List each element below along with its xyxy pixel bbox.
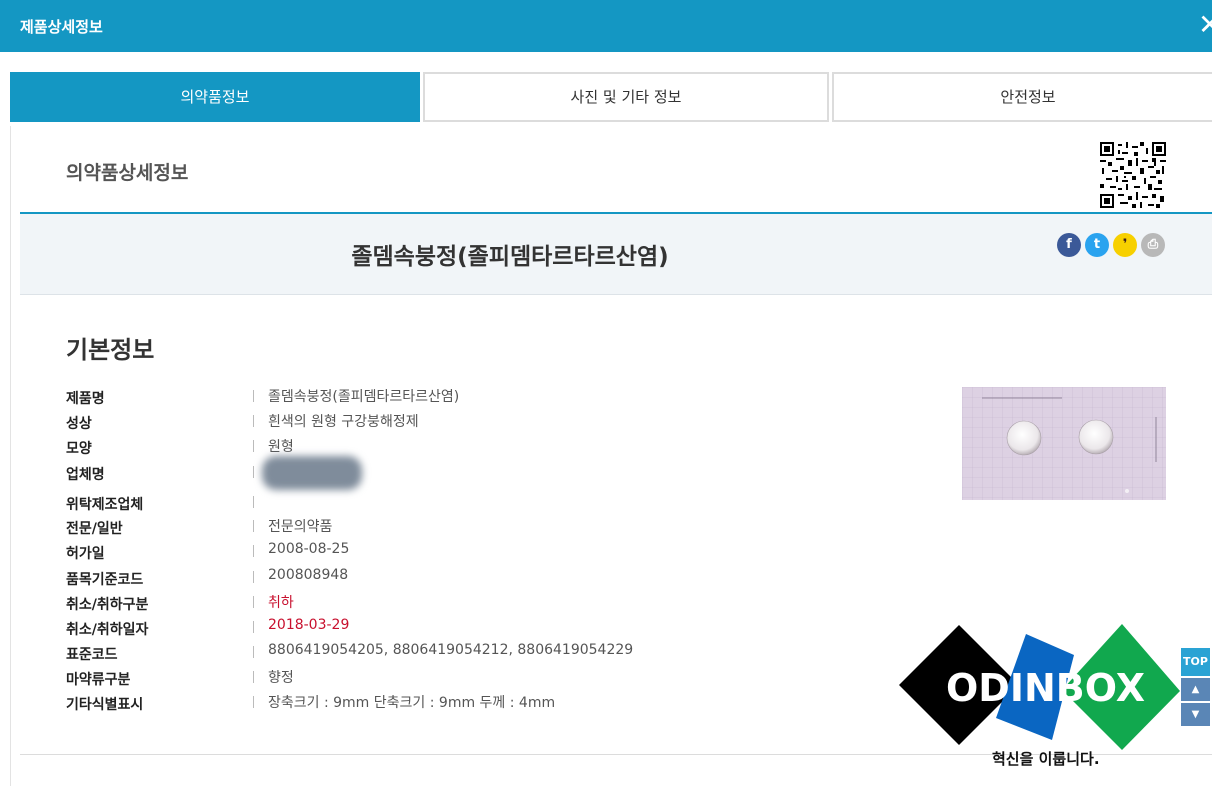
print-icon[interactable]: ⎙ (1141, 233, 1165, 257)
info-value: 전문의약품 (268, 519, 333, 535)
close-icon[interactable]: ✕ (1198, 10, 1212, 40)
info-row-shape: 모양 원형 (66, 436, 946, 458)
tab-drug-info[interactable]: 의약품정보 (10, 72, 420, 122)
logo-tagline: 혁신을 이룹니다. (992, 750, 1100, 768)
divider (253, 621, 254, 633)
facebook-icon[interactable]: f (1057, 233, 1081, 257)
tab-bar: 의약품정보 사진 및 기타 정보 안전정보 (10, 72, 1212, 122)
scroll-up-icon[interactable]: ▲ (1181, 678, 1210, 701)
twitter-icon[interactable]: t (1085, 233, 1109, 257)
basic-info-title: 기본정보 (66, 336, 155, 364)
product-name-heading: 졸뎀속붕정(졸피뎀타르타르산염) (351, 244, 669, 270)
info-row-contract-manufacturer: 위탁제조업체 (66, 492, 946, 514)
divider (253, 696, 254, 708)
info-row-standard-code: 표준코드 8806419054205, 8806419054212, 88064… (66, 642, 946, 664)
info-value: 200808948 (268, 567, 349, 583)
info-value: 2018-03-29 (268, 617, 350, 633)
info-row-appearance: 성상 흰색의 원형 구강붕해정제 (66, 411, 946, 433)
divider (253, 496, 254, 508)
info-label: 제품명 (66, 391, 105, 407)
divider (253, 390, 254, 402)
pill-photo[interactable] (962, 387, 1166, 500)
window-titlebar: 제품상세정보 ✕ (0, 0, 1212, 52)
divider (253, 671, 254, 683)
qr-code-icon[interactable] (1100, 142, 1166, 208)
info-value: 취하 (268, 595, 294, 611)
divider (253, 545, 254, 557)
info-value: 장축크기 : 9mm 단축크기 : 9mm 두께 : 4mm (268, 695, 556, 711)
info-value: 8806419054205, 8806419054212, 8806419054… (268, 642, 634, 658)
info-label: 마약류구분 (66, 672, 131, 688)
kakaostory-icon[interactable]: ❜ (1113, 233, 1137, 257)
divider (253, 440, 254, 452)
divider (253, 415, 254, 427)
info-row-company: 업체명 (66, 456, 946, 490)
info-label: 성상 (66, 416, 92, 432)
info-label: 전문/일반 (66, 521, 123, 537)
info-row-other-marking: 기타식별표시 장축크기 : 9mm 단축크기 : 9mm 두께 : 4mm (66, 692, 946, 714)
divider (253, 646, 254, 658)
info-row-category: 전문/일반 전문의약품 (66, 516, 946, 538)
info-label: 기타식별표시 (66, 697, 144, 713)
info-label: 표준코드 (66, 647, 118, 663)
info-row-cancel-date: 취소/취하일자 2018-03-29 (66, 617, 946, 639)
tab-safety-info[interactable]: 안전정보 (832, 72, 1212, 122)
info-value: 흰색의 원형 구강붕해정제 (268, 414, 419, 430)
info-label: 위탁제조업체 (66, 497, 144, 513)
info-row-item-code: 품목기준코드 200808948 (66, 567, 946, 589)
product-name-bar: 졸뎀속붕정(졸피뎀타르타르산염) f t ❜ ⎙ (20, 212, 1212, 295)
info-row-cancel-type: 취소/취하구분 취하 (66, 592, 946, 614)
divider (253, 571, 254, 583)
info-label: 취소/취하구분 (66, 597, 149, 613)
scroll-down-icon[interactable]: ▼ (1181, 703, 1210, 726)
info-value: 원형 (268, 439, 294, 455)
info-value: 2008-08-25 (268, 541, 350, 557)
info-label: 허가일 (66, 546, 105, 562)
info-row-product-name: 제품명 졸뎀속붕정(졸피뎀타르타르산염) (66, 386, 946, 408)
section-title: 의약품상세정보 (66, 162, 189, 184)
info-label: 품목기준코드 (66, 572, 144, 588)
redacted-company-name (262, 456, 362, 490)
divider (253, 466, 254, 478)
info-row-narcotic-type: 마약류구분 향정 (66, 667, 946, 689)
scroll-top-button[interactable]: TOP (1181, 648, 1210, 676)
info-value: 향정 (268, 670, 294, 686)
info-label: 모양 (66, 441, 92, 457)
divider (253, 596, 254, 608)
info-label: 업체명 (66, 467, 105, 483)
window-title: 제품상세정보 (20, 18, 103, 36)
info-row-approval-date: 허가일 2008-08-25 (66, 541, 946, 563)
logo-wordmark: ODINBOX (946, 666, 1145, 710)
divider (253, 520, 254, 532)
info-label: 취소/취하일자 (66, 622, 149, 638)
tab-photo-other-info[interactable]: 사진 및 기타 정보 (423, 72, 829, 122)
info-value: 졸뎀속붕정(졸피뎀타르타르산염) (268, 389, 460, 405)
